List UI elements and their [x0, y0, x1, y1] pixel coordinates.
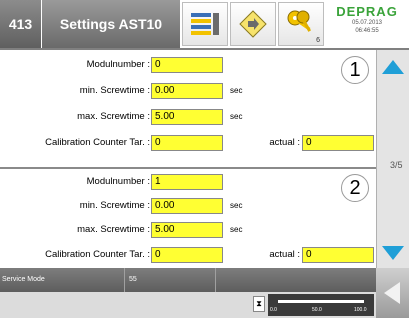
progress-scale: 0.0 50.0 100.0 [268, 294, 374, 316]
status-code: 55 [124, 268, 137, 292]
diamond-arrow-icon [239, 10, 267, 38]
modulnumber-label: Modulnumber : [86, 59, 150, 70]
min-screwtime-label: min. Screwtime : [79, 85, 150, 96]
modulnumber-label: Modulnumber : [86, 176, 150, 187]
scale-tick-50: 50.0 [312, 307, 322, 313]
module-panel-1: Modulnumber : 0 1 min. Screwtime : 0.00 … [0, 50, 376, 167]
list-view-button[interactable] [182, 2, 228, 46]
calibration-counter-label: Calibration Counter Tar. : [45, 137, 150, 148]
logo-text: DEPRAG [336, 4, 398, 19]
max-screwtime-unit: sec [230, 112, 243, 121]
login-button[interactable]: 6 [278, 2, 324, 46]
time-display: 06:46:55 [355, 28, 379, 34]
min-screwtime-field[interactable]: 0.00 [151, 198, 223, 214]
min-screwtime-unit: sec [230, 86, 243, 95]
page-scrollbar: 3/5 [376, 50, 409, 268]
screen-number: 413 [0, 0, 41, 48]
date-display: 05.07.2013 [351, 20, 383, 26]
max-screwtime-unit: sec [230, 225, 243, 234]
modulnumber-field[interactable]: 1 [151, 174, 223, 190]
header: 413 Settings AST10 6 DEPRAG 05.07.2013 0… [0, 0, 409, 48]
list-icon [191, 13, 219, 35]
actual-field[interactable]: 0 [302, 135, 374, 151]
actual-field[interactable]: 0 [302, 247, 374, 263]
min-screwtime-unit: sec [230, 201, 243, 210]
scale-bar [278, 300, 364, 303]
modulnumber-field[interactable]: 0 [151, 57, 223, 73]
hourglass-icon: ⧗ [253, 296, 265, 312]
key-badge: 6 [316, 37, 320, 44]
scale-tick-0: 0.0 [270, 307, 277, 313]
back-button[interactable] [376, 268, 409, 318]
scroll-up-button[interactable] [382, 60, 404, 74]
calibration-counter-label: Calibration Counter Tar. : [45, 249, 150, 260]
calibration-counter-field[interactable]: 0 [151, 135, 223, 151]
max-screwtime-field[interactable]: 5.00 [151, 109, 223, 125]
scroll-down-button[interactable] [382, 246, 404, 260]
module-panel-2: Modulnumber : 1 2 min. Screwtime : 0.00 … [0, 167, 376, 268]
min-screwtime-field[interactable]: 0.00 [151, 83, 223, 99]
scale-tick-100: 100.0 [354, 307, 367, 313]
mode-status: Service Mode [2, 276, 45, 283]
back-arrow-icon [384, 282, 400, 304]
actual-label: actual : [269, 249, 300, 260]
actual-label: actual : [269, 137, 300, 148]
keys-icon [287, 10, 311, 32]
navigation-button[interactable] [230, 2, 276, 46]
company-logo: DEPRAG 05.07.2013 06:46:55 [327, 2, 407, 46]
min-screwtime-label: min. Screwtime : [79, 200, 150, 211]
status-divider [215, 268, 216, 292]
max-screwtime-field[interactable]: 5.00 [151, 222, 223, 238]
calibration-counter-field[interactable]: 0 [151, 247, 223, 263]
status-bar: Service Mode 55 [0, 268, 376, 292]
max-screwtime-label: max. Screwtime : [77, 111, 150, 122]
module-index-badge: 1 [341, 56, 369, 84]
max-screwtime-label: max. Screwtime : [77, 224, 150, 235]
page-title: Settings AST10 [42, 0, 180, 48]
page-indicator: 3/5 [390, 160, 403, 170]
